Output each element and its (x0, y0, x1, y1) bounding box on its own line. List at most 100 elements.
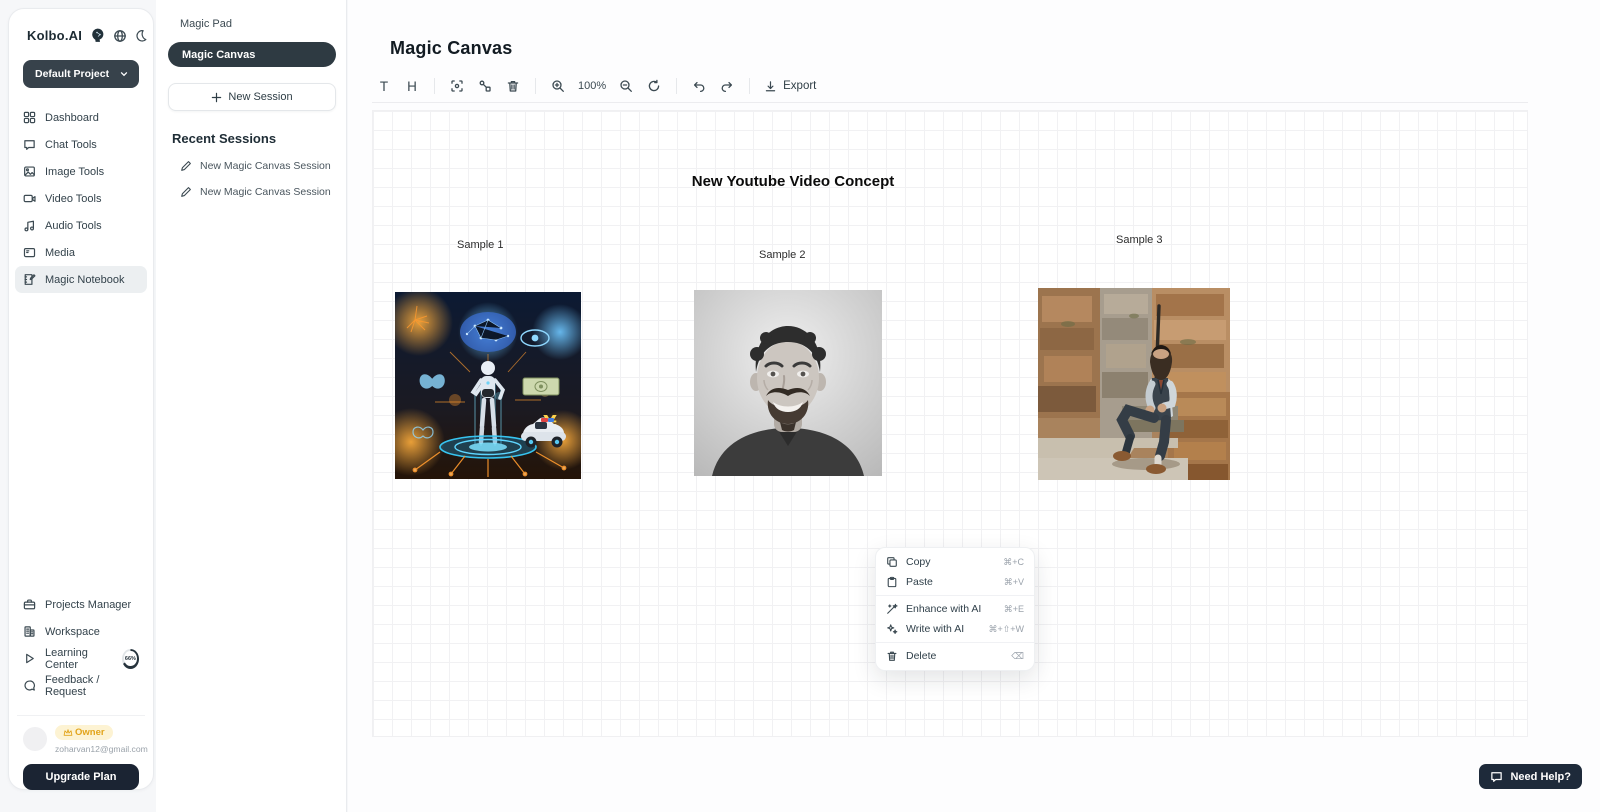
context-menu-item-paste[interactable]: Paste ⌘+V (876, 572, 1034, 592)
image-icon (23, 165, 36, 178)
sidebar-item-label: Chat Tools (45, 139, 97, 151)
context-menu-item-copy[interactable]: Copy ⌘+C (876, 552, 1034, 572)
sample-label[interactable]: Sample 1 (457, 239, 503, 251)
crown-icon (63, 728, 73, 737)
sidebar-item-label: Learning Center (45, 647, 113, 671)
dashboard-grid-icon (23, 111, 36, 124)
sidebar-item-label: Projects Manager (45, 599, 131, 611)
new-session-button[interactable]: New Session (168, 83, 336, 111)
sidebar-item-label: Magic Notebook (45, 274, 125, 286)
canvas-image-ai-robot[interactable]: ¥ (395, 292, 581, 479)
grayscale-portrait-smiling-man (694, 290, 882, 476)
avatar (23, 727, 47, 751)
canvas-image-portrait[interactable] (694, 290, 882, 476)
zoom-in-icon (551, 79, 565, 93)
context-menu-item-write-ai[interactable]: Write with AI ⌘+⇧+W (876, 619, 1034, 639)
magic-canvas-item[interactable]: Magic Canvas (168, 42, 336, 67)
text-tool-button[interactable]: T (372, 74, 396, 98)
learning-progress-ring: 66% (122, 649, 139, 669)
main-sidebar: Kolbo.AI Default Project Dashboard Chat … (8, 8, 154, 790)
canvas-image-sitting-man[interactable] (1038, 288, 1230, 480)
sample-label[interactable]: Sample 2 (759, 249, 805, 261)
context-menu-item-delete[interactable]: Delete ⌫ (876, 646, 1034, 666)
zoom-in-button[interactable] (546, 74, 570, 98)
sidebar-item-label: Workspace (45, 626, 100, 638)
user-email: zoharvan12@gmail.com (55, 744, 148, 754)
brand-name: Kolbo.AI (27, 28, 82, 43)
zoom-level[interactable]: 100% (574, 74, 610, 98)
toolbar-divider (434, 78, 435, 94)
zoom-out-icon (619, 79, 633, 93)
sidebar-item-chat-tools[interactable]: Chat Tools (15, 131, 147, 158)
redo-button[interactable] (715, 74, 739, 98)
feedback-chat-icon (23, 679, 36, 692)
recent-session-item[interactable]: New Magic Canvas Session (156, 146, 346, 172)
heading-tool-button[interactable]: H (400, 74, 424, 98)
toolbar-divider (749, 78, 750, 94)
select-area-button[interactable] (445, 74, 469, 98)
sidebar-item-projects-manager[interactable]: Projects Manager (15, 591, 147, 618)
sidebar-item-label: Audio Tools (45, 220, 102, 232)
briefcase-icon (23, 598, 36, 611)
rotate-reset-icon (647, 79, 661, 93)
sparkles-icon (886, 623, 898, 635)
connector-icon (478, 79, 492, 93)
undo-icon (692, 79, 706, 93)
sidebar-item-label: Image Tools (45, 166, 104, 178)
chevron-down-icon (119, 69, 129, 79)
page-title: Magic Canvas (390, 38, 512, 59)
sessions-panel: Magic Pad Magic Canvas New Session Recen… (156, 0, 347, 812)
select-area-icon (450, 79, 464, 93)
sidebar-item-video-tools[interactable]: Video Tools (15, 185, 147, 212)
sidebar-item-magic-notebook[interactable]: Magic Notebook (15, 266, 147, 293)
context-menu-label: Copy (906, 556, 995, 568)
recent-session-label: New Magic Canvas Session (200, 160, 331, 172)
sidebar-item-learning-center[interactable]: Learning Center 66% (15, 645, 147, 672)
pencil-icon (180, 160, 192, 172)
context-menu-shortcut: ⌘+E (1004, 604, 1024, 615)
delete-tool-button[interactable] (501, 74, 525, 98)
zoom-out-button[interactable] (614, 74, 638, 98)
sidebar-item-audio-tools[interactable]: Audio Tools (15, 212, 147, 239)
sidebar-item-feedback-request[interactable]: Feedback / Request (15, 672, 147, 699)
reset-rotation-button[interactable] (642, 74, 666, 98)
canvas-heading[interactable]: New Youtube Video Concept (692, 173, 895, 190)
need-help-button[interactable]: Need Help? (1479, 764, 1582, 789)
magic-canvas-grid[interactable]: New Youtube Video Concept Sample 1 Sampl… (372, 110, 1528, 737)
toolbar-divider (676, 78, 677, 94)
context-menu-divider (876, 595, 1034, 596)
building-icon (23, 625, 36, 638)
upgrade-plan-button[interactable]: Upgrade Plan (23, 764, 139, 790)
recent-session-item[interactable]: New Magic Canvas Session (156, 172, 346, 198)
pencil-icon (180, 186, 192, 198)
project-selector[interactable]: Default Project (23, 60, 139, 88)
video-camera-icon (23, 192, 36, 205)
undo-button[interactable] (687, 74, 711, 98)
new-session-label: New Session (228, 91, 292, 103)
canvas-toolbar: T H 100% Export (372, 78, 1528, 103)
play-icon (23, 652, 36, 665)
magic-pad-item[interactable]: Magic Pad (156, 0, 346, 30)
context-menu-label: Paste (906, 576, 996, 588)
sidebar-item-image-tools[interactable]: Image Tools (15, 158, 147, 185)
copy-icon (886, 556, 898, 568)
sample-label[interactable]: Sample 3 (1116, 234, 1162, 246)
connector-tool-button[interactable] (473, 74, 497, 98)
plus-icon (211, 92, 222, 103)
user-account-row[interactable]: Owner zoharvan12@gmail.com (17, 715, 145, 754)
sidebar-item-workspace[interactable]: Workspace (15, 618, 147, 645)
sidebar-item-label: Media (45, 247, 75, 259)
context-menu-label: Enhance with AI (906, 603, 996, 615)
sidebar-item-media[interactable]: Media (15, 239, 147, 266)
toolbar-divider (535, 78, 536, 94)
man-sitting-on-stone-ruins (1038, 288, 1230, 480)
context-menu-label: Delete (906, 650, 1003, 662)
context-menu: Copy ⌘+C Paste ⌘+V Enhance with AI ⌘+E W… (875, 547, 1035, 671)
sidebar-item-dashboard[interactable]: Dashboard (15, 104, 147, 131)
media-icon (23, 246, 36, 259)
globe-icon[interactable] (113, 29, 127, 43)
moon-icon[interactable] (134, 29, 147, 42)
export-button[interactable]: Export (760, 80, 820, 93)
context-menu-shortcut: ⌘+V (1004, 577, 1024, 588)
context-menu-item-enhance-ai[interactable]: Enhance with AI ⌘+E (876, 599, 1034, 619)
